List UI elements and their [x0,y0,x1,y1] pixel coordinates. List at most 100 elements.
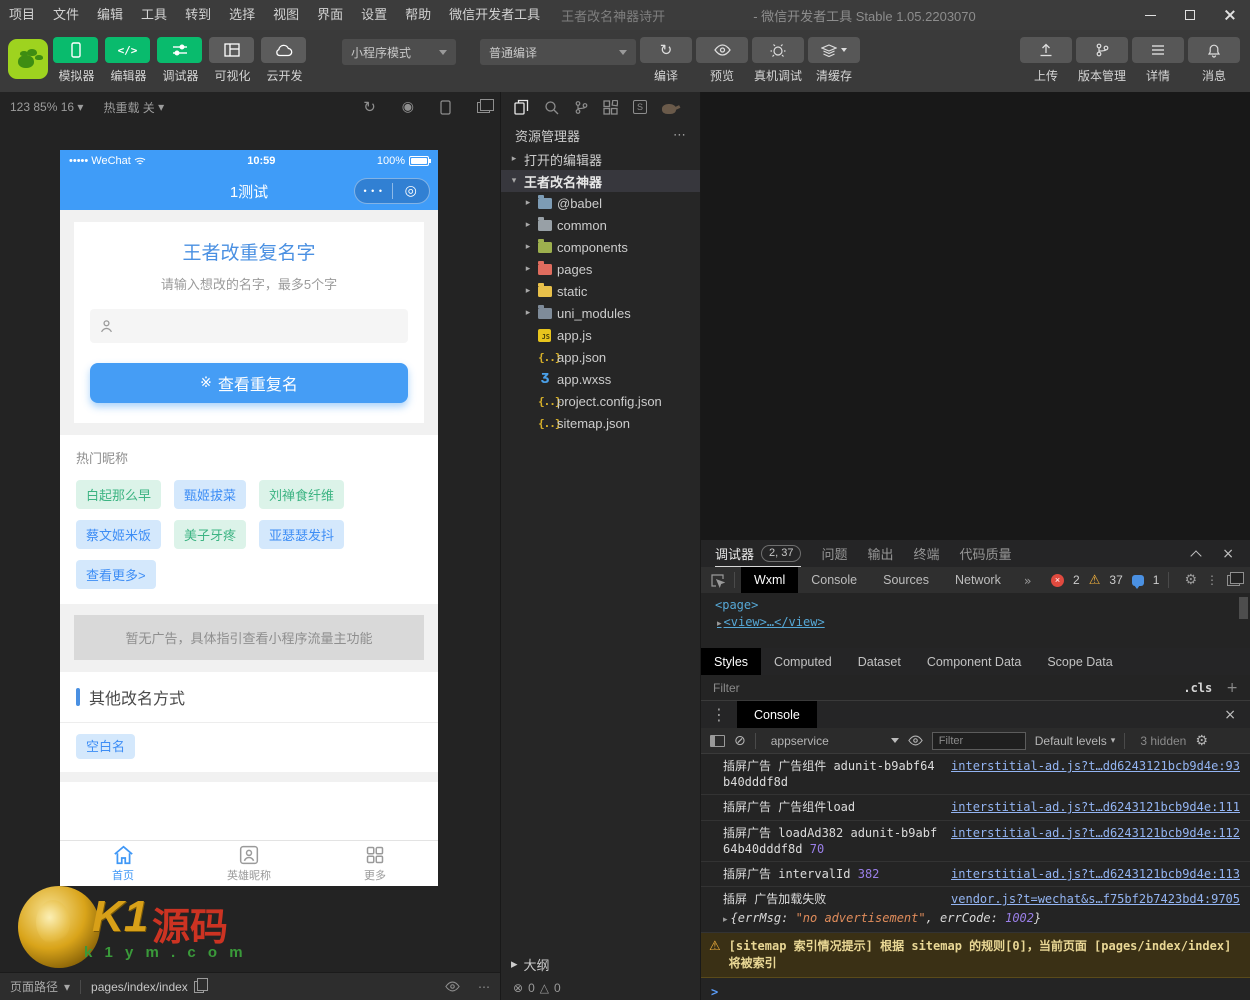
debugger-toggle-button[interactable]: 调试器 [157,37,204,84]
source-link[interactable]: interstitial-ad.js?t…d6243121bcb9d4e:111 [951,799,1240,815]
clear-console-icon[interactable]: ⊘ [734,733,746,749]
kebab-menu-icon[interactable]: ⋮ [1206,573,1218,587]
close-button[interactable] [1210,0,1250,30]
details-button[interactable]: 详情 [1132,37,1184,84]
more-icon[interactable]: ⋯ [478,980,490,994]
menu-interface[interactable]: 界面 [308,0,352,30]
multi-window-icon[interactable] [477,98,494,113]
menu-tools[interactable]: 工具 [132,0,176,30]
log-row[interactable]: 插屏 广告加载失败 vendor.js?t=wechat&s…f75bf2b74… [701,887,1250,911]
name-input[interactable] [119,318,398,334]
tree-item-app-json[interactable]: {..} app.json [501,346,700,368]
info-bubble-icon[interactable] [1131,574,1144,589]
devtools-tab-sources[interactable]: Sources [870,567,942,593]
source-link[interactable]: interstitial-ad.js?t…dd6243121bcb9d4e:93 [951,758,1240,790]
gear-icon[interactable]: ⚙ [1184,572,1197,588]
close-console-icon[interactable]: × [1224,707,1250,723]
source-link[interactable]: interstitial-ad.js?t…d6243121bcb9d4e:112 [951,825,1240,857]
log-row[interactable]: 插屏广告 intervalId 382 interstitial-ad.js?t… [701,862,1250,888]
open-editors-row[interactable]: ▸ 打开的编辑器 [501,148,700,170]
tree-item-project-config[interactable]: {..} project.config.json [501,390,700,412]
tab-component-data[interactable]: Component Data [914,648,1035,675]
nickname-tag[interactable]: 白起那么早 [76,480,162,509]
menu-view[interactable]: 视图 [264,0,308,30]
tab-code-quality[interactable]: 代码质量 [960,540,1012,567]
error-badge-icon[interactable]: × [1051,573,1065,587]
tree-item-components[interactable]: ▸ components [501,236,700,258]
minimize-button[interactable] [1130,0,1170,30]
s-tool-icon[interactable]: S [633,100,647,114]
tab-computed[interactable]: Computed [761,648,845,675]
menu-help[interactable]: 帮助 [396,0,440,30]
visualizer-toggle-button[interactable]: 可视化 [209,37,256,84]
compile-button[interactable]: ↻ 编译 [640,37,692,84]
popout-icon[interactable] [1227,571,1244,586]
page-path-label[interactable]: 页面路径 [10,978,58,995]
phone-frame-icon[interactable] [440,99,451,115]
tree-item-uni-modules[interactable]: ▸ uni_modules [501,302,700,324]
menu-goto[interactable]: 转到 [176,0,220,30]
console-prompt[interactable]: > [701,978,1250,1000]
tree-item-app-js[interactable]: JS app.js [501,324,700,346]
git-branch-icon[interactable] [574,100,588,115]
files-icon[interactable] [514,99,529,115]
source-link[interactable]: vendor.js?t=wechat&s…f75bf2b7423bd4:9705 [951,891,1240,907]
messages-button[interactable]: 消息 [1188,37,1240,84]
menu-settings[interactable]: 设置 [352,0,396,30]
menu-file[interactable]: 文件 [44,0,88,30]
tab-scope-data[interactable]: Scope Data [1034,648,1125,675]
exit-target-icon[interactable]: ◎ [393,183,430,199]
wxml-page-node[interactable]: <page> [715,598,1250,612]
nickname-tag[interactable]: 亚瑟瑟发抖 [259,520,345,549]
console-tab[interactable]: Console [737,701,817,728]
tree-item-static[interactable]: ▸ static [501,280,700,302]
tab-terminal[interactable]: 终端 [914,540,940,567]
editor-toggle-button[interactable]: </> 编辑器 [105,37,152,84]
log-object-expand[interactable]: ▸ {errMsg: "no advertisement", errCode: 1… [701,911,1250,933]
eye-icon[interactable] [445,981,460,992]
menu-devtools[interactable]: 微信开发者工具 [440,0,549,30]
collapse-panel-icon[interactable] [1190,549,1202,562]
mode-select[interactable]: 小程序模式 [342,39,456,65]
search-icon[interactable] [544,100,559,115]
device-selector[interactable]: 123 85% 16 ▾ [10,100,83,114]
theme-teapot-icon[interactable] [662,103,676,114]
preview-button[interactable]: 预览 [696,37,748,84]
menu-select[interactable]: 选择 [220,0,264,30]
wxml-view-node[interactable]: ▸ <view>…</view> [717,615,1250,629]
extensions-icon[interactable] [603,99,618,115]
tree-item-app-wxss[interactable]: Ʒ app.wxss [501,368,700,390]
log-row[interactable]: 插屏广告 广告组件 adunit-b9abf64b40dddf8d inters… [701,754,1250,796]
close-panel-icon[interactable]: × [1222,546,1234,562]
console-filter-input[interactable] [931,731,1026,750]
tab-styles[interactable]: Styles [701,648,762,675]
eye-icon[interactable] [907,735,923,746]
copy-path-icon[interactable] [193,977,208,993]
devtools-tab-network[interactable]: Network [942,567,1014,593]
compile-mode-select[interactable]: 普通编译 [480,39,636,65]
log-row[interactable]: 插屏广告 loadAd382 adunit-b9abf64b40dddf8d 7… [701,821,1250,862]
more-dots-icon[interactable]: • • • [355,186,392,196]
nickname-tag[interactable]: 刘禅食纤维 [259,480,345,509]
tab-debugger[interactable]: 调试器 2, 37 [715,540,802,567]
nickname-tag[interactable]: 甄姬拔菜 [174,480,247,509]
menu-edit[interactable]: 编辑 [88,0,132,30]
cls-toggle[interactable]: .cls [1183,681,1212,695]
see-more-tag[interactable]: 查看更多> [76,560,156,589]
nickname-tag[interactable]: 蔡文姬米饭 [76,520,162,549]
source-link[interactable]: interstitial-ad.js?t…d6243121bcb9d4e:113 [951,866,1240,882]
tab-problems[interactable]: 问题 [821,540,847,567]
reload-icon[interactable]: ↻ [363,98,376,116]
outline-row[interactable]: ▸ 大纲 [501,953,700,976]
kebab-menu-icon[interactable]: ⋮ [711,705,727,724]
devtools-tab-wxml[interactable]: Wxml [741,567,799,593]
tree-item-common[interactable]: ▸ common [501,214,700,236]
context-select[interactable]: appservice [771,734,899,748]
tab-hero-nicknames[interactable]: 英雄昵称 [186,841,312,886]
project-root-row[interactable]: ▾ 王者改名神器 [501,170,700,192]
devtools-tab-console[interactable]: Console [798,567,870,593]
clear-cache-button[interactable]: 清缓存 [808,37,860,84]
menu-project[interactable]: 项目 [0,0,44,30]
check-duplicate-button[interactable]: ※ 查看重复名 [90,363,408,403]
tab-home[interactable]: 首页 [60,841,186,886]
